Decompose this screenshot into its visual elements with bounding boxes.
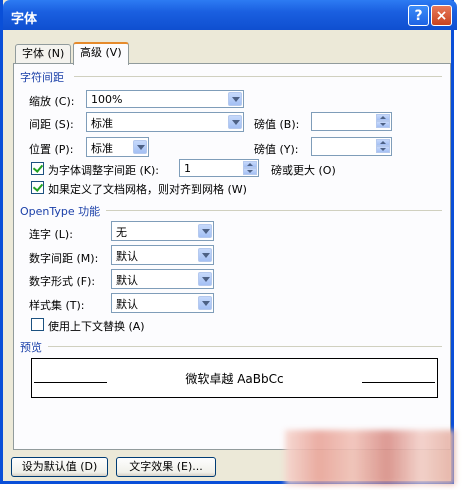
char-spacing-divider bbox=[74, 76, 442, 77]
spinner[interactable] bbox=[376, 139, 390, 153]
font-dialog: 字体 ? × 字体 (N) 高级 (V) 字符间距 缩放 (C): 100% 间… bbox=[0, 0, 457, 484]
scale-value: 100% bbox=[91, 93, 123, 106]
position-pt-input[interactable] bbox=[311, 137, 392, 156]
position-label: 位置 (P): bbox=[29, 143, 74, 156]
tab-font[interactable]: 字体 (N) bbox=[15, 44, 72, 63]
spacing-label: 间距 (S): bbox=[29, 118, 74, 131]
kerning-checkbox[interactable] bbox=[31, 162, 44, 175]
number-forms-value: 默认 bbox=[116, 274, 138, 287]
help-button[interactable]: ? bbox=[408, 5, 429, 26]
scale-select[interactable]: 100% bbox=[86, 90, 244, 108]
preview-box: 微软卓越 AaBbCc bbox=[31, 358, 438, 398]
chevron-down-icon[interactable] bbox=[228, 92, 242, 106]
kerning-suffix: 磅或更大 (O) bbox=[271, 164, 336, 177]
set-default-button[interactable]: 设为默认值 (D) bbox=[11, 457, 108, 477]
stylistic-sets-select[interactable]: 默认 bbox=[111, 293, 214, 313]
contextual-label: 使用上下文替换 (A) bbox=[48, 320, 145, 333]
chevron-down-icon[interactable] bbox=[198, 296, 212, 310]
ligatures-label: 连字 (L): bbox=[29, 228, 73, 241]
char-spacing-title: 字符间距 bbox=[20, 71, 64, 84]
spin-down-icon[interactable] bbox=[243, 168, 257, 175]
scale-label: 缩放 (C): bbox=[29, 95, 75, 108]
grid-label: 如果定义了文档网格，则对齐到网格 (W) bbox=[48, 183, 247, 196]
advanced-panel: 字符间距 缩放 (C): 100% 间距 (S): 标准 磅值 (B): 位置 … bbox=[13, 63, 451, 450]
opentype-divider bbox=[106, 210, 442, 211]
number-forms-label: 数字形式 (F): bbox=[29, 275, 96, 288]
close-button[interactable]: × bbox=[431, 5, 452, 26]
kerning-label: 为字体调整字间距 (K): bbox=[48, 164, 159, 177]
number-spacing-select[interactable]: 默认 bbox=[111, 245, 214, 265]
kerning-input[interactable]: 1 bbox=[179, 159, 259, 177]
ligatures-value: 无 bbox=[116, 226, 127, 239]
spin-up-icon[interactable] bbox=[376, 114, 390, 121]
chevron-down-icon[interactable] bbox=[133, 140, 147, 154]
stylistic-sets-label: 样式集 (T): bbox=[29, 299, 85, 312]
tab-advanced[interactable]: 高级 (V) bbox=[73, 42, 129, 65]
chevron-down-icon[interactable] bbox=[228, 115, 242, 129]
spacing-select[interactable]: 标准 bbox=[86, 112, 244, 132]
position-pt-label: 磅值 (Y): bbox=[254, 143, 299, 156]
blurred-area bbox=[285, 430, 455, 485]
spin-up-icon[interactable] bbox=[243, 161, 257, 168]
spin-up-icon[interactable] bbox=[376, 139, 390, 146]
chevron-down-icon[interactable] bbox=[198, 248, 212, 262]
spin-down-icon[interactable] bbox=[376, 146, 390, 153]
spinner[interactable] bbox=[243, 161, 257, 175]
chevron-down-icon[interactable] bbox=[198, 224, 212, 238]
grid-checkbox[interactable] bbox=[31, 181, 44, 194]
position-value: 标准 bbox=[91, 142, 113, 155]
window-title: 字体 bbox=[11, 12, 38, 27]
number-spacing-label: 数字间距 (M): bbox=[29, 252, 99, 265]
preview-title: 预览 bbox=[20, 341, 42, 354]
spacing-pt-label: 磅值 (B): bbox=[254, 118, 300, 131]
kerning-value: 1 bbox=[184, 162, 191, 175]
preview-divider bbox=[48, 346, 442, 347]
preview-text: 微软卓越 AaBbCc bbox=[185, 372, 284, 386]
chevron-down-icon[interactable] bbox=[198, 272, 212, 286]
position-select[interactable]: 标准 bbox=[86, 137, 149, 157]
spin-down-icon[interactable] bbox=[376, 121, 390, 128]
stylistic-sets-value: 默认 bbox=[116, 298, 138, 311]
spacing-pt-input[interactable] bbox=[311, 112, 392, 131]
spinner[interactable] bbox=[376, 114, 390, 128]
ligatures-select[interactable]: 无 bbox=[111, 221, 214, 241]
contextual-checkbox[interactable] bbox=[31, 318, 44, 331]
spacing-value: 标准 bbox=[91, 117, 113, 130]
opentype-title: OpenType 功能 bbox=[20, 205, 101, 218]
number-spacing-value: 默认 bbox=[116, 250, 138, 263]
number-forms-select[interactable]: 默认 bbox=[111, 269, 214, 289]
text-effects-button[interactable]: 文字效果 (E)... bbox=[116, 457, 216, 477]
title-bar[interactable]: 字体 ? × bbox=[3, 0, 457, 30]
